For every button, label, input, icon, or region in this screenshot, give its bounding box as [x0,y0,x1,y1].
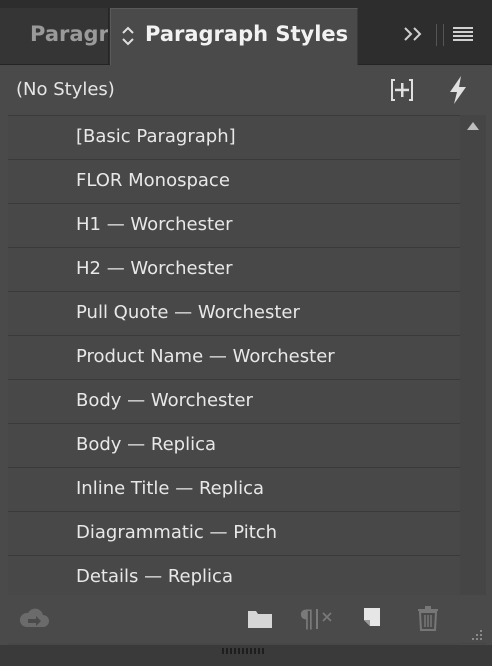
svg-text:¶: ¶ [299,605,314,631]
style-name: Pull Quote — Worchester [76,302,300,323]
tab-paragraph-styles[interactable]: Paragraph Styles [110,8,358,66]
style-name: Body — Replica [76,434,217,455]
list-item[interactable]: Product Name — Worchester [8,336,460,380]
trash-icon [418,606,438,631]
list-item[interactable]: Pull Quote — Worchester [8,292,460,336]
up-down-chevron-icon [122,26,134,46]
style-name: Details — Replica [76,566,233,587]
style-name: FLOR Monospace [76,170,230,191]
style-name: Product Name — Worchester [76,346,335,367]
style-name: [Basic Paragraph] [76,126,236,147]
tab-paragraph-label: Paragraph [30,22,109,46]
list-item[interactable]: H2 — Worchester [8,248,460,292]
tab-paragraph[interactable]: Paragraph [0,8,109,64]
list-item[interactable]: Body — Replica [8,424,460,468]
tab-paragraph-styles-label: Paragraph Styles [145,22,349,46]
style-name: Diagrammatic — Pitch [76,522,278,543]
double-chevron-right-icon[interactable] [402,24,426,44]
list-item[interactable]: Details — Replica [8,556,460,600]
current-style-label: (No Styles) [16,79,115,100]
list-item[interactable]: [Basic Paragraph] [8,116,460,160]
panel-footer: ¶ [0,595,492,643]
style-name: Body — Worchester [76,390,253,411]
style-name: H2 — Worchester [76,258,233,279]
paragraph-styles-panel: (No Styles) [Basic Paragraph] FLOR Monos… [0,65,492,666]
drag-handle-icon[interactable] [222,648,266,654]
lightning-icon[interactable] [446,75,470,105]
style-name: H1 — Worchester [76,214,233,235]
add-to-group-icon[interactable] [389,77,415,103]
list-scrollbar[interactable] [460,115,486,644]
resize-grip-icon[interactable] [466,629,484,643]
list-item[interactable]: H1 — Worchester [8,204,460,248]
scroll-up-arrow-icon[interactable] [466,121,480,131]
list-item[interactable]: Body — Worchester [8,380,460,424]
list-item[interactable]: FLOR Monospace [8,160,460,204]
tab-bar: Paragraph Paragraph Styles [0,0,492,66]
style-list: [Basic Paragraph] FLOR Monospace H1 — Wo… [8,115,460,645]
clear-overrides-icon: ¶ [299,605,332,631]
current-style-bar: (No Styles) [0,65,492,113]
panel-grip-divider[interactable] [436,24,444,46]
new-style-icon[interactable] [361,605,383,629]
cloud-library-icon[interactable] [18,607,50,629]
style-name: Inline Title — Replica [76,478,265,499]
list-item[interactable]: Inline Title — Replica [8,468,460,512]
hamburger-menu-icon[interactable] [452,25,474,43]
folder-icon[interactable] [247,607,273,629]
list-item[interactable]: Diagrammatic — Pitch [8,512,460,556]
